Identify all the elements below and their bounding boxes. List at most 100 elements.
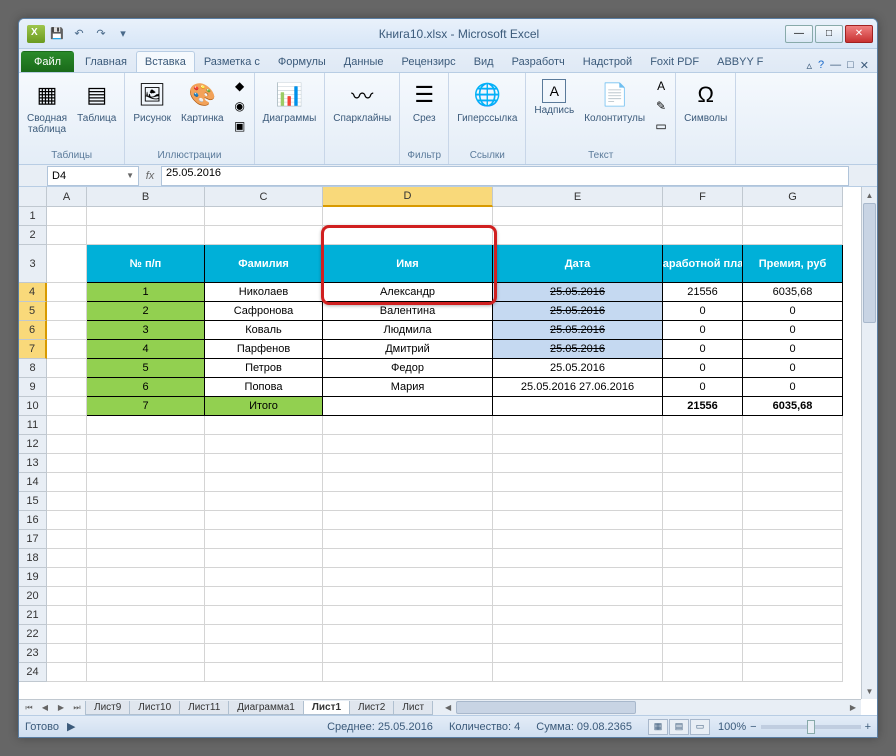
cell[interactable]: № п/п (87, 245, 205, 283)
cell[interactable] (493, 226, 663, 245)
cell[interactable] (663, 644, 743, 663)
table-button[interactable]: ▤Таблица (73, 77, 120, 126)
cell[interactable] (743, 473, 843, 492)
row-header-7[interactable]: 7 (19, 340, 47, 359)
cell[interactable] (205, 568, 323, 587)
cell[interactable]: 0 (743, 378, 843, 397)
column-header-C[interactable]: C (205, 187, 323, 207)
cell[interactable]: Петров (205, 359, 323, 378)
scroll-right-icon[interactable]: ▶ (845, 700, 861, 715)
cell[interactable]: Александр (323, 283, 493, 302)
cell[interactable]: Федор (323, 359, 493, 378)
cell[interactable]: Валентина (323, 302, 493, 321)
row-header-20[interactable]: 20 (19, 587, 47, 606)
sheet-nav-prev[interactable]: ◀ (37, 700, 53, 716)
cell[interactable]: Имя (323, 245, 493, 283)
view-pagebreak-button[interactable]: ▭ (690, 719, 710, 735)
cell[interactable]: 6 (87, 378, 205, 397)
tab-insert[interactable]: Вставка (136, 51, 195, 72)
cell[interactable] (493, 568, 663, 587)
cell[interactable] (743, 549, 843, 568)
cell[interactable] (87, 435, 205, 454)
cell[interactable] (87, 530, 205, 549)
scroll-up-icon[interactable]: ▲ (862, 187, 877, 203)
cell[interactable] (47, 587, 87, 606)
sheet-nav-next[interactable]: ▶ (53, 700, 69, 716)
cell[interactable] (663, 625, 743, 644)
cell[interactable] (323, 663, 493, 682)
wordart-button[interactable]: A (651, 77, 671, 95)
mdi-restore-icon[interactable]: □ (847, 59, 854, 72)
shapes-button[interactable]: ◆ (230, 77, 250, 95)
cell[interactable] (205, 530, 323, 549)
cell[interactable] (87, 454, 205, 473)
cell[interactable] (205, 416, 323, 435)
smartart-button[interactable]: ◉ (230, 97, 250, 115)
cell[interactable] (493, 625, 663, 644)
cell[interactable]: 25.05.2016 (493, 302, 663, 321)
cell[interactable] (493, 454, 663, 473)
column-header-D[interactable]: D (323, 187, 493, 207)
cell[interactable] (743, 625, 843, 644)
cell[interactable] (663, 473, 743, 492)
tab-developer[interactable]: Разработч (503, 51, 574, 72)
row-header-1[interactable]: 1 (19, 207, 47, 226)
cell[interactable]: 0 (663, 359, 743, 378)
row-header-8[interactable]: 8 (19, 359, 47, 378)
cell[interactable]: Мария (323, 378, 493, 397)
cell[interactable] (493, 644, 663, 663)
cell[interactable] (493, 549, 663, 568)
cell[interactable] (205, 644, 323, 663)
cell[interactable] (87, 492, 205, 511)
cell[interactable] (47, 644, 87, 663)
cell[interactable] (663, 454, 743, 473)
cell[interactable] (743, 435, 843, 454)
cell[interactable] (205, 454, 323, 473)
cell[interactable]: 7 (87, 397, 205, 416)
cell[interactable]: 0 (743, 302, 843, 321)
cell[interactable]: Людмила (323, 321, 493, 340)
cell[interactable] (323, 454, 493, 473)
cell[interactable]: Премия, руб (743, 245, 843, 283)
cell[interactable]: 25.05.2016 (493, 283, 663, 302)
row-header-11[interactable]: 11 (19, 416, 47, 435)
object-button[interactable]: ▭ (651, 117, 671, 135)
cell[interactable] (47, 245, 87, 283)
row-header-23[interactable]: 23 (19, 644, 47, 663)
cell[interactable] (743, 587, 843, 606)
select-all-corner[interactable] (19, 187, 47, 207)
sheet-tab[interactable]: Лист10 (129, 701, 180, 715)
cell[interactable] (743, 207, 843, 226)
cell[interactable] (87, 473, 205, 492)
save-button[interactable]: 💾 (47, 24, 67, 44)
cell[interactable] (663, 492, 743, 511)
cell[interactable] (743, 492, 843, 511)
cell[interactable] (743, 644, 843, 663)
cell[interactable] (47, 549, 87, 568)
cell[interactable] (87, 587, 205, 606)
cell[interactable] (743, 568, 843, 587)
cell[interactable] (663, 587, 743, 606)
cell[interactable] (47, 435, 87, 454)
cell[interactable] (205, 587, 323, 606)
help-icon[interactable]: ? (818, 59, 824, 72)
cell[interactable] (47, 397, 87, 416)
cell[interactable]: 0 (663, 340, 743, 359)
tab-file[interactable]: Файл (21, 51, 74, 72)
cell[interactable] (47, 321, 87, 340)
sheet-tab[interactable]: Лист (393, 701, 433, 715)
cell[interactable] (743, 530, 843, 549)
cell[interactable] (323, 511, 493, 530)
cell[interactable] (663, 549, 743, 568)
qat-more-icon[interactable]: ▾ (113, 24, 133, 44)
cell[interactable]: 21556 (663, 283, 743, 302)
cell[interactable]: Николаев (205, 283, 323, 302)
cell[interactable] (493, 416, 663, 435)
cell[interactable] (743, 416, 843, 435)
tab-layout[interactable]: Разметка с (195, 51, 269, 72)
tab-formulas[interactable]: Формулы (269, 51, 335, 72)
cell[interactable] (47, 283, 87, 302)
view-layout-button[interactable]: ▤ (669, 719, 689, 735)
tab-review[interactable]: Рецензирс (393, 51, 465, 72)
cell[interactable]: 0 (743, 321, 843, 340)
